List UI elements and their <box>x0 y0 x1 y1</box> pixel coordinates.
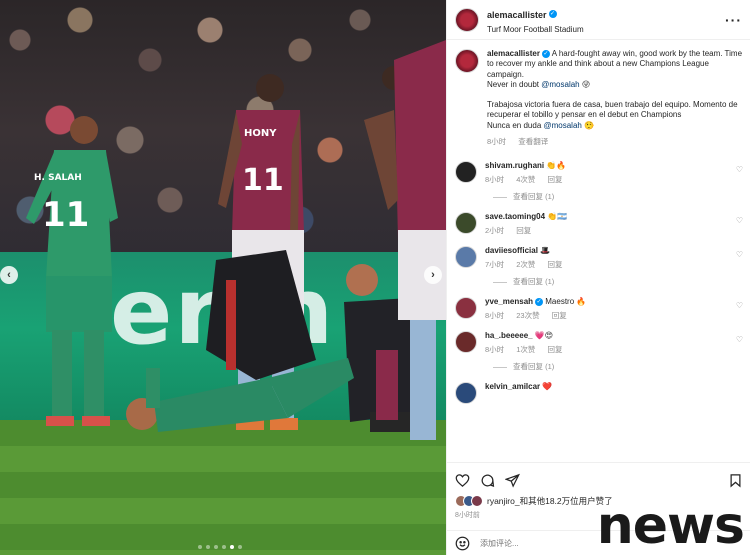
caption-en-line2: Never in doubt <box>487 79 542 89</box>
carousel-dots <box>198 545 242 549</box>
comment-heart-icon[interactable]: ♡ <box>736 165 743 174</box>
comment-text: 👏🇦🇷 <box>547 212 568 222</box>
commenter-username[interactable]: yve_mensah <box>485 297 533 306</box>
previous-photo-button[interactable]: ‹ <box>0 266 18 284</box>
comment-likes[interactable]: 23次赞 <box>516 311 539 320</box>
comment-likes[interactable]: 2次赞 <box>516 260 535 269</box>
comment-heart-icon[interactable]: ♡ <box>736 216 743 225</box>
mention-link[interactable]: @mosalah <box>541 80 579 89</box>
more-options-icon[interactable]: ··· <box>725 12 742 28</box>
instagram-post-modal: ertn H. SALAH 11 HONY <box>0 0 750 555</box>
carousel-dot-active <box>230 545 234 549</box>
bookmark-icon[interactable] <box>728 473 743 488</box>
comment-text: 🎩 <box>540 246 551 256</box>
liker-avatar <box>471 495 483 507</box>
comment-text: 👏🔥 <box>546 161 567 171</box>
post-caption: alemacallister ✓ A hard-fought away win, … <box>455 49 743 147</box>
carousel-dot <box>222 545 226 549</box>
author-avatar[interactable] <box>455 7 479 32</box>
commenter-avatar[interactable] <box>455 246 477 269</box>
comments-scroll-area[interactable]: alemacallister ✓ A hard-fought away win, … <box>447 41 750 459</box>
commenter-username[interactable]: save.taoming04 <box>485 212 545 221</box>
share-icon[interactable] <box>505 473 520 488</box>
player-right-figure <box>364 40 446 440</box>
mention-link[interactable]: @mosalah <box>544 121 582 130</box>
likes-summary[interactable]: ryanjiro_和其他18.2万位用户赞了 <box>455 495 613 507</box>
commenter-avatar[interactable] <box>455 331 477 354</box>
commenter-username[interactable]: kelvin_amilcar <box>485 382 540 391</box>
reply-button[interactable]: 回复 <box>548 175 563 184</box>
news-watermark: news <box>596 496 745 556</box>
comment-heart-icon[interactable]: ♡ <box>736 335 743 344</box>
jersey-left-number: 11 <box>42 195 89 235</box>
caption-text-es: Trabajosa victoria fuera de casa, buen t… <box>487 100 738 120</box>
commenter-username[interactable]: ha_.beeeee_ <box>485 331 533 340</box>
comment-time: 8小时 <box>485 311 505 321</box>
caption-time: 8小时 <box>487 137 507 147</box>
comment-item: shivam.rughani 👏🔥 8小时 4次赞 回复 ♡ <box>455 161 743 185</box>
comment-text: 💗😍 <box>534 331 554 341</box>
verified-badge-icon: ✓ <box>535 298 544 307</box>
comment-likes[interactable]: 1次赞 <box>516 345 535 354</box>
comment-text: Maestro 🔥 <box>545 297 587 307</box>
jersey-left-name: H. SALAH <box>34 173 82 183</box>
jersey-center-number: 11 <box>242 163 284 198</box>
comment-time: 8小时 <box>485 345 505 355</box>
action-bar <box>447 462 750 492</box>
commenter-avatar[interactable] <box>455 297 477 320</box>
comment-item: yve_mensah ✓ Maestro 🔥 8小时 23次赞 回复 ♡ <box>455 297 743 321</box>
comment-time: 8小时 <box>485 175 505 185</box>
likes-text[interactable]: ryanjiro_和其他18.2万位用户赞了 <box>487 495 613 507</box>
injured-player-figure <box>126 358 354 432</box>
verified-badge-icon: ✓ <box>548 9 557 18</box>
see-translation-link[interactable]: 查看翻译 <box>518 137 548 146</box>
reply-button[interactable]: 回复 <box>516 226 531 235</box>
jersey-center-name: HONY <box>244 128 277 139</box>
post-photo[interactable]: ertn H. SALAH 11 HONY <box>0 0 446 555</box>
caption-es-line2: Nunca en duda <box>487 120 544 130</box>
caption-emoji: 🤥 <box>584 120 595 130</box>
carousel-dot <box>198 545 202 549</box>
commenter-username[interactable]: daviiesofficial <box>485 246 538 255</box>
view-replies-button[interactable]: 查看回复 (1) <box>493 361 743 372</box>
carousel-dot <box>238 545 242 549</box>
reply-button[interactable]: 回复 <box>548 345 563 354</box>
commenter-avatar[interactable] <box>455 212 477 235</box>
comment-item: ha_.beeeee_ 💗😍 8小时 1次赞 回复 ♡ <box>455 331 743 355</box>
comment-heart-icon[interactable]: ♡ <box>736 301 743 310</box>
emoji-icon[interactable] <box>455 536 470 551</box>
caption-avatar[interactable] <box>455 49 479 73</box>
comment-likes[interactable]: 4次赞 <box>516 175 535 184</box>
post-location[interactable]: Turf Moor Football Stadium <box>487 25 584 34</box>
reply-button[interactable]: 回复 <box>548 260 563 269</box>
heart-icon[interactable] <box>455 473 470 488</box>
comment-heart-icon[interactable]: ♡ <box>736 250 743 259</box>
comment-item: save.taoming04 👏🇦🇷 2小时 回复 ♡ <box>455 212 743 236</box>
next-photo-button[interactable]: › <box>424 266 442 284</box>
reply-button[interactable]: 回复 <box>552 311 567 320</box>
comment-time: 7小时 <box>485 260 505 270</box>
caption-emoji: 😜 <box>581 79 591 89</box>
comment-text: ❤️ <box>542 382 553 392</box>
view-replies-button[interactable]: 查看回复 (1) <box>493 276 743 287</box>
carousel-dot <box>206 545 210 549</box>
post-header: alemacallister ✓ Turf Moor Football Stadi… <box>447 0 750 40</box>
commenter-avatar[interactable] <box>455 382 477 405</box>
comment-item: daviiesofficial 🎩 7小时 2次赞 回复 ♡ <box>455 246 743 270</box>
author-username[interactable]: alemacallister <box>487 10 547 20</box>
comment-icon[interactable] <box>480 473 495 488</box>
verified-badge-icon: ✓ <box>541 49 550 58</box>
carousel-dot <box>214 545 218 549</box>
post-sidebar: alemacallister ✓ Turf Moor Football Stadi… <box>446 0 750 555</box>
view-replies-button[interactable]: 查看回复 (1) <box>493 191 743 202</box>
caption-username[interactable]: alemacallister <box>487 49 540 58</box>
player-left-figure: H. SALAH 11 <box>26 116 118 426</box>
commenter-avatar[interactable] <box>455 161 477 184</box>
commenter-username[interactable]: shivam.rughani <box>485 161 544 170</box>
comment-item: kelvin_amilcar ❤️ <box>455 382 743 405</box>
comment-time: 2小时 <box>485 226 505 236</box>
post-timestamp: 8小时前 <box>455 512 480 519</box>
